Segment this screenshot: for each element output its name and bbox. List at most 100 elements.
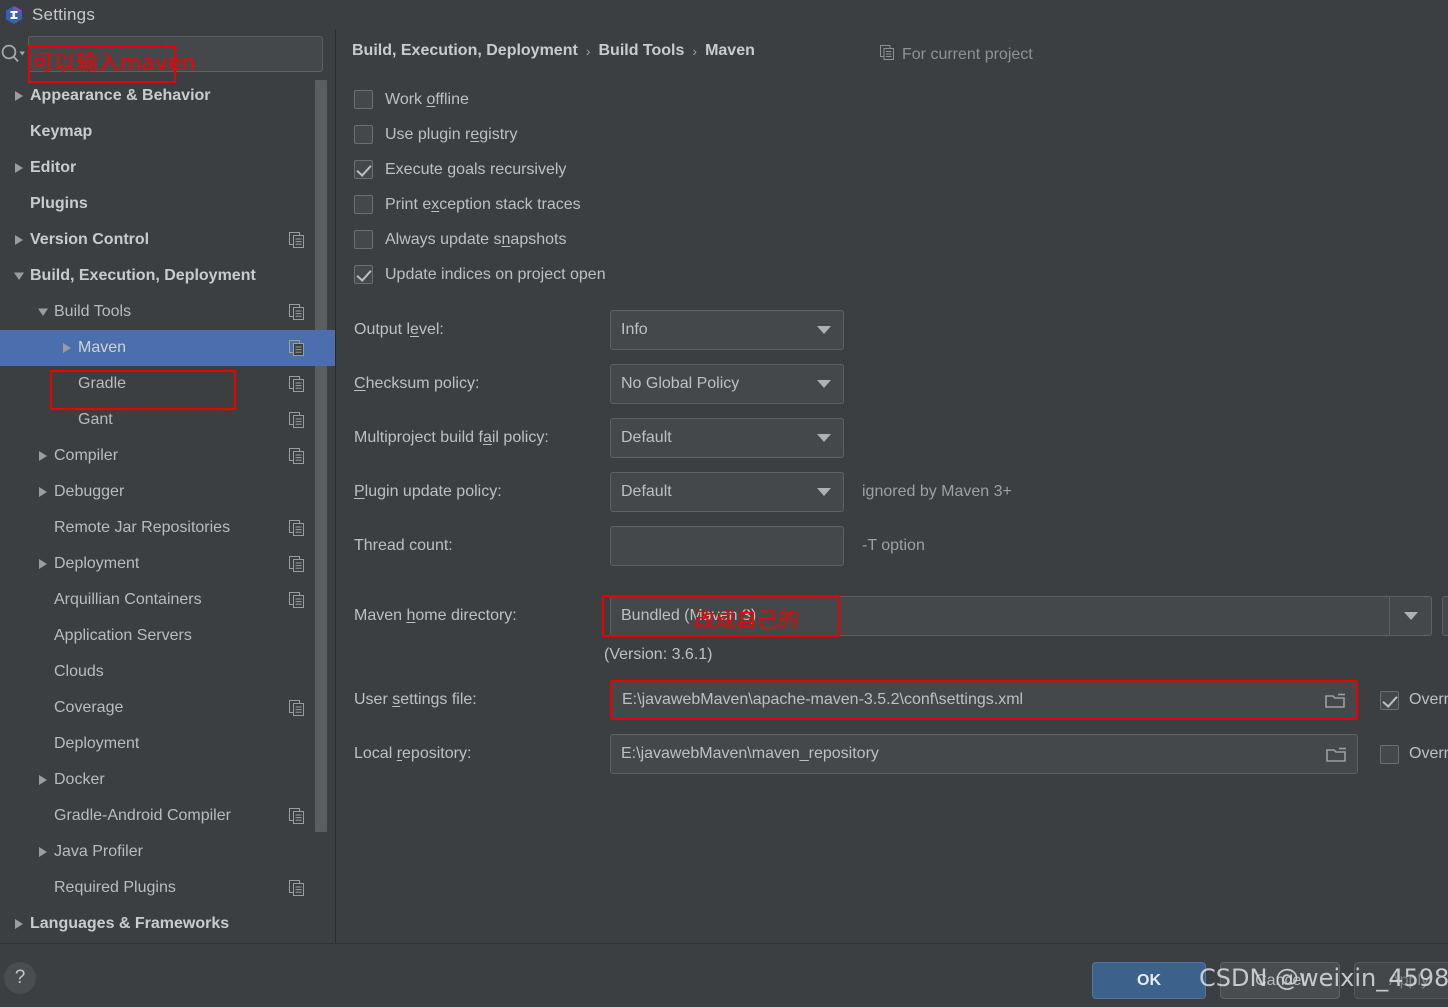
chevron-right-icon[interactable]: [32, 438, 54, 474]
multiproject-fail-policy-dropdown[interactable]: Default: [610, 418, 844, 458]
chevron-down-icon[interactable]: [32, 294, 54, 330]
sidebar-item-label: Plugins: [30, 195, 88, 212]
user-settings-override-checkbox[interactable]: [1380, 690, 1399, 710]
checkbox-row-work-offline[interactable]: Work offline: [354, 82, 606, 117]
sidebar-item-docker[interactable]: Docker: [0, 762, 335, 798]
plugin-update-policy-label: Plugin update policy:: [354, 483, 502, 500]
settings-tree[interactable]: Appearance & Behavior Keymap Editor Plugins…: [0, 78, 335, 943]
sidebar-item-debugger[interactable]: Debugger: [0, 474, 335, 510]
sidebar-item-label: Keymap: [30, 123, 93, 140]
sidebar-item-clouds[interactable]: Clouds: [0, 654, 335, 690]
chevron-right-icon[interactable]: [32, 546, 54, 582]
chevron-down-icon[interactable]: [8, 258, 30, 294]
maven-home-dropdown[interactable]: Bundled (Maven 3): [610, 596, 1432, 636]
sidebar-item-deployment[interactable]: Deployment: [0, 726, 335, 762]
sidebar-item-required-plugins[interactable]: Required Plugins: [0, 870, 335, 906]
chevron-right-icon[interactable]: [8, 222, 30, 258]
chevron-right-icon[interactable]: [8, 906, 30, 942]
checkbox-update-indices-on-project-open[interactable]: [354, 265, 373, 284]
output-level-label: Output level:: [354, 321, 444, 338]
sidebar-item-arquillian-containers[interactable]: Arquillian Containers: [0, 582, 335, 618]
sidebar-item-appearance-behavior[interactable]: Appearance & Behavior: [0, 78, 335, 114]
checkbox-label: Work offline: [385, 90, 469, 108]
scope-indicator[interactable]: For current project: [880, 45, 1033, 65]
ok-button[interactable]: OK: [1092, 962, 1206, 999]
sidebar-item-label: Languages & Frameworks: [30, 915, 230, 932]
sidebar-item-label: Coverage: [54, 699, 124, 716]
sidebar-item-build-execution-deployment[interactable]: Build, Execution, Deployment: [0, 258, 335, 294]
sidebar-item-build-tools[interactable]: Build Tools: [0, 294, 335, 330]
cancel-button[interactable]: Cancel: [1220, 962, 1340, 999]
chevron-right-icon[interactable]: [32, 762, 54, 798]
sidebar-item-label: Build Tools: [54, 303, 132, 320]
sidebar-item-coverage[interactable]: Coverage: [0, 690, 335, 726]
maven-home-extra-button[interactable]: [1442, 596, 1448, 636]
sidebar-item-version-control[interactable]: Version Control: [0, 222, 335, 258]
checkbox-always-update-snapshots[interactable]: [354, 230, 373, 249]
chevron-right-icon[interactable]: [8, 78, 30, 114]
search-row: [0, 30, 335, 78]
local-repository-override-checkbox[interactable]: [1380, 744, 1399, 764]
search-icon[interactable]: [0, 39, 28, 69]
checksum-policy-dropdown[interactable]: No Global Policy: [610, 364, 844, 404]
thread-count-input[interactable]: [610, 526, 844, 566]
user-settings-file-input[interactable]: E:\javawebMaven\apache-maven-3.5.2\conf\…: [610, 680, 1358, 720]
sidebar-item-application-servers[interactable]: Application Servers: [0, 618, 335, 654]
checksum-policy-value: No Global Policy: [621, 375, 740, 392]
sidebar-item-gant[interactable]: Gant: [0, 402, 335, 438]
breadcrumb-item-1[interactable]: Build Tools: [598, 42, 684, 60]
chevron-right-icon[interactable]: [32, 474, 54, 510]
sidebar-item-remote-jar-repositories[interactable]: Remote Jar Repositories: [0, 510, 335, 546]
chevron-right-icon[interactable]: [8, 150, 30, 186]
chevron-right-icon[interactable]: [56, 330, 78, 366]
checksum-policy-row: Checksum policy: No Global Policy: [354, 364, 844, 404]
checkbox-label: Print exception stack traces: [385, 195, 581, 213]
sidebar-item-java-profiler[interactable]: Java Profiler: [0, 834, 335, 870]
breadcrumb-item-2: Maven: [705, 42, 755, 59]
sidebar-item-gradle[interactable]: Gradle: [0, 366, 335, 402]
chevron-down-icon: [817, 434, 831, 442]
sidebar-item-compiler[interactable]: Compiler: [0, 438, 335, 474]
sidebar-item-editor[interactable]: Editor: [0, 150, 335, 186]
help-button[interactable]: ?: [4, 962, 36, 994]
chevron-down-icon: [817, 488, 831, 496]
sidebar-item-maven[interactable]: Maven: [0, 330, 335, 366]
local-repository-input[interactable]: E:\javawebMaven\maven_repository: [610, 734, 1358, 774]
checkbox-row-execute-goals-recursively[interactable]: Execute goals recursively: [354, 152, 606, 187]
checkbox-work-offline[interactable]: [354, 90, 373, 109]
sidebar-item-deployment[interactable]: Deployment: [0, 546, 335, 582]
output-level-dropdown[interactable]: Info: [610, 310, 844, 350]
sidebar-item-keymap[interactable]: Keymap: [0, 114, 335, 150]
sidebar-item-label: Debugger: [54, 483, 125, 500]
checkbox-row-use-plugin-registry[interactable]: Use plugin registry: [354, 117, 606, 152]
chevron-down-icon[interactable]: [1389, 597, 1431, 635]
sidebar-item-gradle-android-compiler[interactable]: Gradle-Android Compiler: [0, 798, 335, 834]
checkbox-row-always-update-snapshots[interactable]: Always update snapshots: [354, 222, 606, 257]
checkbox-row-print-exception-stack-traces[interactable]: Print exception stack traces: [354, 187, 606, 222]
intellij-idea-icon: [4, 5, 24, 25]
local-repository-value: E:\javawebMaven\maven_repository: [621, 745, 879, 762]
breadcrumb-item-0[interactable]: Build, Execution, Deployment: [352, 42, 578, 60]
title-bar: Settings: [0, 0, 1448, 30]
local-repository-override[interactable]: Override: [1380, 744, 1448, 764]
checkbox-row-update-indices-on-project-open[interactable]: Update indices on project open: [354, 257, 606, 292]
search-input[interactable]: [29, 37, 322, 71]
checkbox-execute-goals-recursively[interactable]: [354, 160, 373, 179]
apply-button[interactable]: Apply: [1354, 962, 1448, 999]
sidebar-item-label: Clouds: [54, 663, 104, 680]
browse-folder-icon[interactable]: [1325, 744, 1349, 764]
sidebar-item-plugins[interactable]: Plugins: [0, 186, 335, 222]
chevron-right-icon[interactable]: [32, 834, 54, 870]
copy-settings-icon: [289, 232, 305, 248]
plugin-update-policy-dropdown[interactable]: Default: [610, 472, 844, 512]
checkbox-use-plugin-registry[interactable]: [354, 125, 373, 144]
browse-folder-icon[interactable]: [1324, 690, 1348, 710]
chevron-down-icon: [817, 380, 831, 388]
checkbox-print-exception-stack-traces[interactable]: [354, 195, 373, 214]
sidebar-item-languages-frameworks[interactable]: Languages & Frameworks: [0, 906, 335, 942]
local-repository-row: Local repository: E:\javawebMaven\maven_…: [354, 734, 1448, 774]
user-settings-override[interactable]: Override: [1380, 690, 1448, 710]
search-field-wrapper[interactable]: [28, 36, 323, 72]
